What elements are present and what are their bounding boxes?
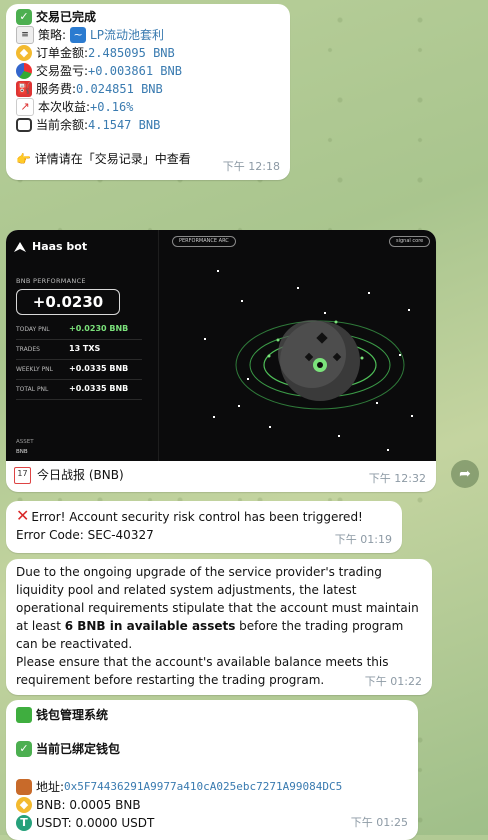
check-icon: ✓ <box>16 9 32 25</box>
star <box>204 338 206 340</box>
gain-value: +0.16% <box>90 100 134 114</box>
star <box>324 312 326 314</box>
wave-icon: ~ <box>70 27 87 43</box>
wallet-icon <box>16 118 32 132</box>
balance-label: 当前余额: <box>36 118 89 132</box>
bnb-value: 0.0005 BNB <box>69 798 141 812</box>
usdt-value: 0.0000 USDT <box>75 816 155 830</box>
message-time: 下午 12:18 <box>222 160 280 173</box>
bnb-coin-icon: ◆ <box>16 45 32 61</box>
pie-chart-icon <box>16 63 32 79</box>
bnb-label: BNB: <box>36 798 66 812</box>
caption-text: 今日战报 (BNB) <box>37 468 124 482</box>
message-time: 下午 01:25 <box>350 816 408 829</box>
star <box>411 415 413 417</box>
wallet-title: 钱包管理系统 <box>36 708 109 722</box>
fuel-pump-icon: ⛽ <box>16 81 32 97</box>
order-line: ◆ 订单金额: 2.485095 BNB <box>16 44 280 62</box>
error-text: Error! Account security risk control has… <box>16 510 363 542</box>
star <box>338 435 340 437</box>
planet-graphic <box>235 320 405 410</box>
calendar-icon: 17 <box>14 466 31 484</box>
message-time: 下午 01:22 <box>364 675 422 688</box>
wallet-purse-icon <box>16 779 32 795</box>
cross-mark-icon: ✕ <box>16 506 30 525</box>
daily-report-message[interactable]: Haas bot BNB PERFORMANCE +0.0230 TODAY P… <box>6 230 436 492</box>
address-line: 地址: 0x5F74436291A9977a410cA025ebc7271A99… <box>16 778 408 796</box>
pnl-value: +0.003861 BNB <box>88 64 182 78</box>
wallet-address[interactable]: 0x5F74436291A9977a410cA025ebc7271A99084D… <box>64 778 342 796</box>
star <box>213 416 215 418</box>
check-icon: ✓ <box>16 741 32 757</box>
star <box>399 354 401 356</box>
green-square-icon <box>16 707 32 723</box>
trend-up-icon: ↗ <box>16 98 34 116</box>
receipt-icon: ≡ <box>16 26 34 44</box>
message-time: 下午 12:32 <box>368 472 426 485</box>
details-hint: 👉 详情请在「交易记录」中查看 <box>16 152 191 166</box>
order-value: 2.485095 BNB <box>88 46 175 60</box>
pnl-line: 交易盈亏: +0.003861 BNB <box>16 62 280 80</box>
usdt-line: T USDT: 0.0000 USDT <box>16 814 408 832</box>
bound-text: 当前已绑定钱包 <box>36 742 121 756</box>
performance-card-image[interactable]: Haas bot BNB PERFORMANCE +0.0230 TODAY P… <box>6 230 436 461</box>
star <box>238 405 240 407</box>
star <box>387 449 389 451</box>
star <box>217 270 219 272</box>
message-time: 下午 01:19 <box>334 533 392 546</box>
balance-line: 当前余额: 4.1547 BNB <box>16 116 280 134</box>
usdt-label: USDT: <box>36 816 72 830</box>
wallet-message[interactable]: 钱包管理系统 ✓ 当前已绑定钱包 地址: 0x5F74436291A9977a4… <box>6 700 418 840</box>
gain-line: ↗ 本次收益: +0.16% <box>16 98 280 116</box>
address-label: 地址: <box>36 780 65 794</box>
strategy-value: LP流动池套利 <box>90 28 164 42</box>
star <box>368 292 370 294</box>
star <box>376 402 378 404</box>
star <box>247 378 249 380</box>
trade-complete-message[interactable]: ✓ 交易已完成 ≡ 策略: ~ LP流动池套利 ◆ 订单金额: 2.485095… <box>6 4 290 180</box>
balance-reminder: Please ensure that the account's availab… <box>16 655 389 687</box>
forward-icon[interactable]: ➦ <box>451 460 479 488</box>
order-label: 订单金额: <box>36 46 89 60</box>
tether-icon: T <box>16 815 32 831</box>
star <box>408 309 410 311</box>
balance-value: 4.1547 BNB <box>88 118 161 132</box>
wallet-title-line: 钱包管理系统 <box>16 706 408 724</box>
star <box>297 287 299 289</box>
strategy-line: ≡ 策略: ~ LP流动池套利 <box>16 26 280 44</box>
fee-value: 0.024851 BNB <box>76 82 163 96</box>
requirement-paragraph: Due to the ongoing upgrade of the servic… <box>16 563 422 653</box>
requirement-message[interactable]: Due to the ongoing upgrade of the servic… <box>6 559 432 695</box>
star <box>269 426 271 428</box>
trade-title: 交易已完成 <box>36 10 97 24</box>
pnl-label: 交易盈亏: <box>36 64 89 78</box>
report-caption: 17 今日战报 (BNB) <box>14 466 124 484</box>
requirement-highlight: 6 BNB in available assets <box>64 619 236 633</box>
star <box>241 300 243 302</box>
error-message[interactable]: ✕ Error! Account security risk control ha… <box>6 501 402 553</box>
fee-label: 服务费: <box>36 82 77 96</box>
bound-line: ✓ 当前已绑定钱包 <box>16 740 408 758</box>
bnb-coin-icon: ◆ <box>16 797 32 813</box>
bnb-line: ◆ BNB: 0.0005 BNB <box>16 796 408 814</box>
strategy-label: 策略: <box>38 28 67 42</box>
gain-label: 本次收益: <box>38 100 91 114</box>
trade-title-line: ✓ 交易已完成 <box>16 8 280 26</box>
fee-line: ⛽ 服务费: 0.024851 BNB <box>16 80 280 98</box>
